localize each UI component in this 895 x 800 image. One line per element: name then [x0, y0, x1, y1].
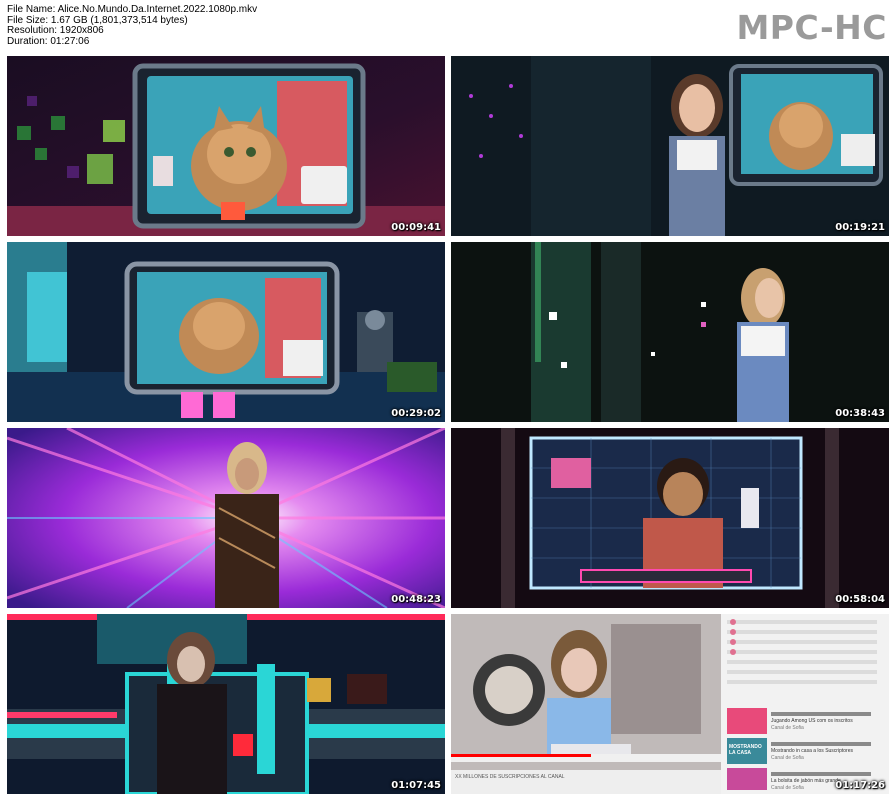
timestamp: 00:38:43 [835, 408, 885, 419]
timestamp: 01:07:45 [391, 780, 441, 791]
file-info: File Name: Alice.No.Mundo.Da.Internet.20… [7, 4, 258, 47]
thumbnail-2[interactable]: 00:19:21 [451, 56, 889, 236]
thumbnail-3[interactable]: 00:29:02 [7, 242, 445, 422]
file-name: File Name: Alice.No.Mundo.Da.Internet.20… [7, 4, 258, 15]
recommendation-title[interactable]: Mostrando in casa a los Suscriptores [771, 748, 881, 754]
recommendation-channel: Canal de Sofia [771, 755, 804, 761]
thumbnail-grid: 00:09:41 00:19:21 00:29:02 00:38:43 00:4… [7, 56, 889, 794]
mpc-hc-logo: MPC-HC [736, 8, 887, 47]
thumbnail-6[interactable]: 00:58:04 [451, 428, 889, 608]
recommendation-thumb-label: MOSTRANDO LA CASA [729, 744, 762, 756]
recommendation-channel: Canal de Sofia [771, 725, 804, 731]
recommendation-title[interactable]: Jugando Among US com os inscritos [771, 718, 881, 724]
thumbnail-7[interactable]: 01:07:45 [7, 614, 445, 794]
thumbnail-8[interactable]: XX MILLONES DE SUSCRIPCIONES AL CANAL Ju… [451, 614, 889, 794]
timestamp: 01:17:26 [835, 780, 885, 791]
timestamp: 00:09:41 [391, 222, 441, 233]
thumbnail-5[interactable]: 00:48:23 [7, 428, 445, 608]
timestamp: 00:29:02 [391, 408, 441, 419]
recommendation-channel: Canal de Sofia [771, 785, 804, 791]
thumbnail-4[interactable]: 00:38:43 [451, 242, 889, 422]
timestamp: 00:58:04 [835, 594, 885, 605]
timestamp: 00:48:23 [391, 594, 441, 605]
duration: Duration: 01:27:06 [7, 35, 90, 47]
resolution: Resolution: 1920x806 [7, 25, 104, 36]
thumbnail-1[interactable]: 00:09:41 [7, 56, 445, 236]
channel-caption: XX MILLONES DE SUSCRIPCIONES AL CANAL [455, 774, 565, 780]
timestamp: 00:19:21 [835, 222, 885, 233]
